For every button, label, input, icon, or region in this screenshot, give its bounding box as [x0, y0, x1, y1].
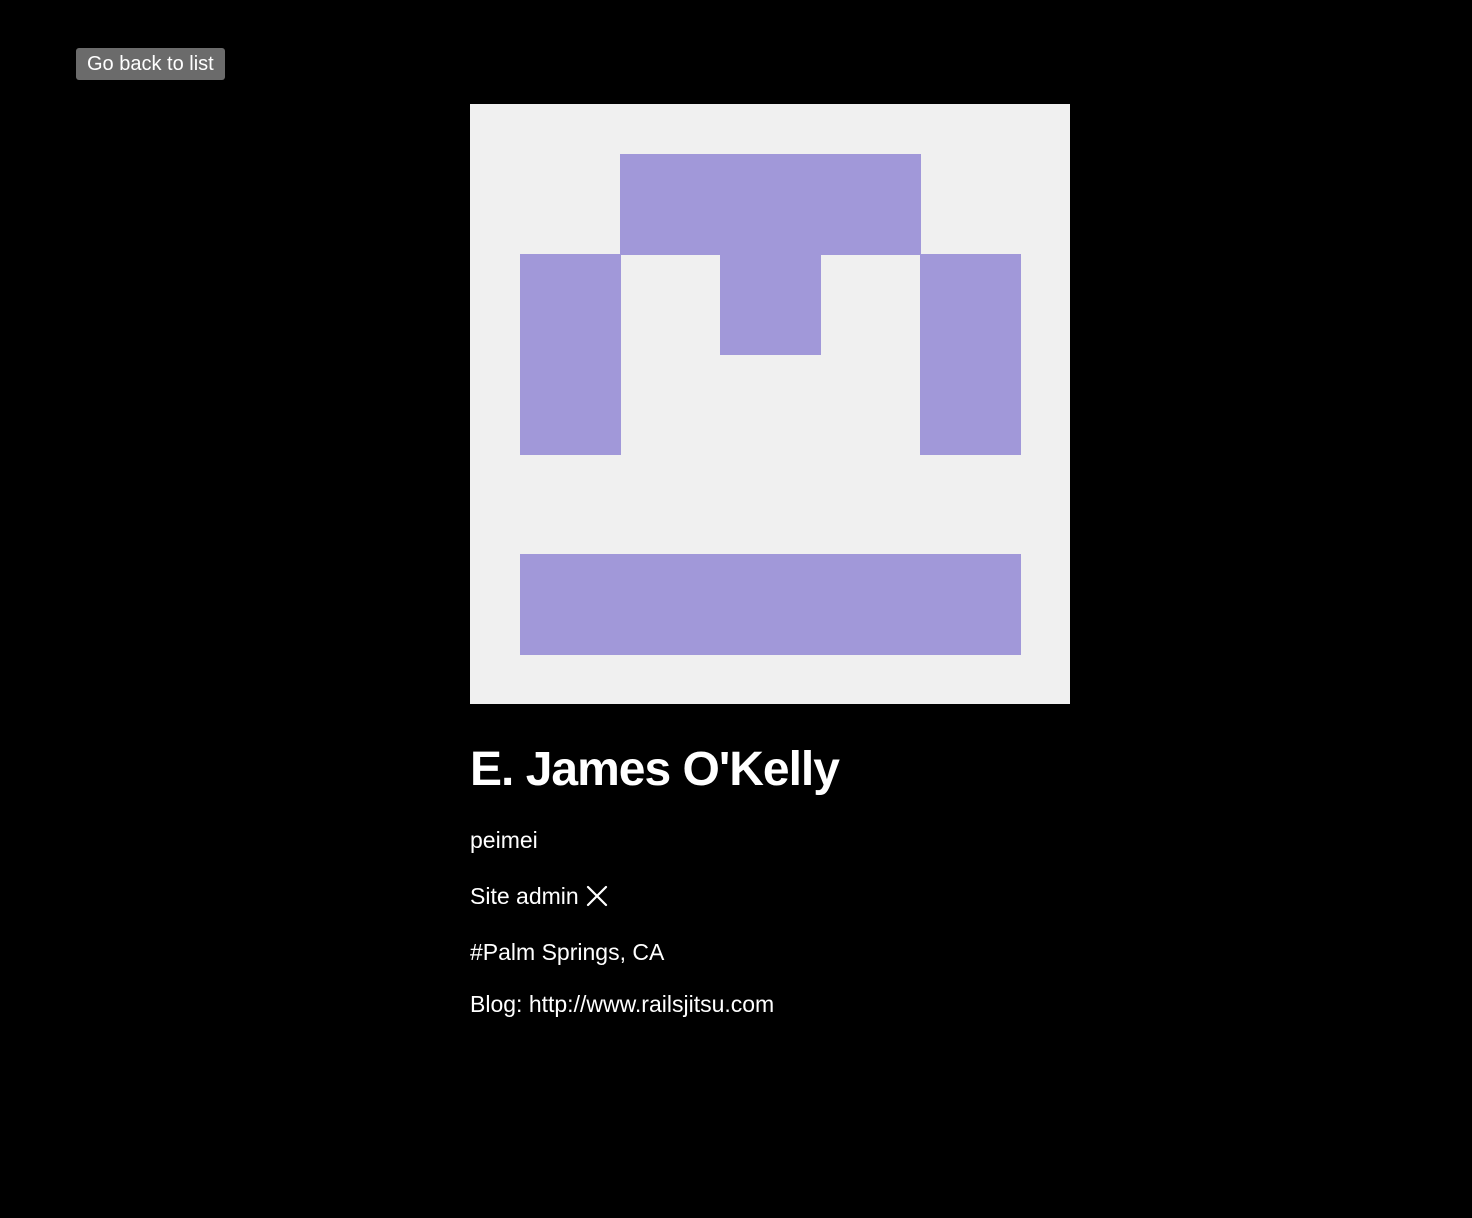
user-detail-page: Go back to list E. James O'Kelly peimei … [0, 0, 1472, 1218]
user-profile: E. James O'Kelly peimei Site admin #Palm… [470, 104, 1070, 1019]
site-admin-row: Site admin [470, 881, 1070, 911]
avatar-identicon [470, 104, 1070, 704]
user-blog: Blog: http://www.railsjitsu.com [470, 991, 775, 1017]
user-login: peimei [470, 827, 538, 853]
site-admin-label: Site admin [470, 883, 579, 909]
avatar-block [920, 254, 1021, 455]
go-back-button[interactable]: Go back to list [76, 48, 225, 80]
avatar-block [520, 254, 621, 455]
user-location: #Palm Springs, CA [470, 939, 665, 965]
x-mark-icon [586, 885, 607, 907]
user-name: E. James O'Kelly [470, 743, 840, 796]
avatar-block [620, 154, 921, 255]
avatar-block [720, 254, 821, 355]
avatar-block [520, 554, 1021, 655]
